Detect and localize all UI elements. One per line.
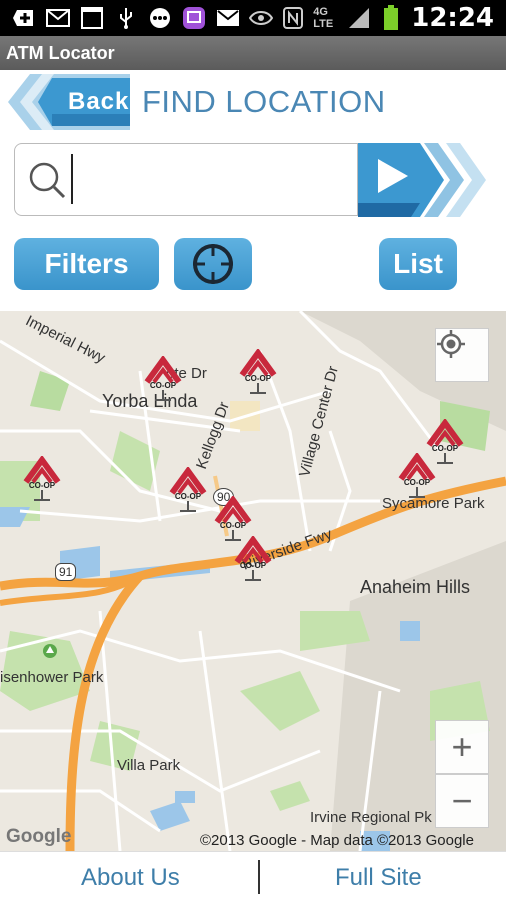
zoom-in-button[interactable]: + [435, 720, 489, 774]
status-bar: 4G LTE 12:24 [0, 0, 506, 36]
atm-marker[interactable]: CO-OP [22, 456, 62, 502]
atm-badge: CO-OP [245, 374, 272, 383]
search-go-button[interactable] [358, 143, 490, 217]
filters-button[interactable]: Filters [14, 238, 159, 290]
eye-icon [249, 8, 274, 28]
add-icon [12, 8, 36, 28]
map-label-irvine-regional: Irvine Regional Pk [310, 809, 432, 826]
page-title: FIND LOCATION [142, 84, 386, 119]
footer-divider [258, 860, 260, 894]
atm-badge: CO-OP [432, 444, 459, 453]
more-icon [148, 8, 172, 28]
about-us-link[interactable]: About Us [81, 864, 180, 892]
zoom-out-button[interactable]: − [435, 774, 489, 828]
atm-marker[interactable]: CO-OP [397, 453, 437, 499]
usb-icon [114, 8, 138, 29]
back-button[interactable]: Back [8, 74, 130, 130]
gmail-icon [216, 8, 240, 28]
play-arrow-icon [358, 143, 486, 217]
full-site-link[interactable]: Full Site [335, 864, 422, 892]
search-box [14, 143, 358, 216]
my-location-button[interactable] [435, 328, 489, 382]
map-label-villa-park: Villa Park [117, 757, 181, 774]
app-title: ATM Locator [0, 36, 506, 70]
footer: About Us Full Site [0, 851, 506, 900]
clock: 12:24 [411, 3, 494, 33]
mail-icon [46, 8, 70, 28]
map-label-eisenhower-park: isenhower Park [0, 669, 104, 686]
signal-icon [347, 8, 371, 28]
network-4g-lte-icon: 4G LTE [313, 6, 334, 30]
calendar-icon [80, 7, 104, 29]
map-label-anaheim-hills: Anaheim Hills [360, 577, 471, 597]
atm-badge: CO-OP [150, 381, 177, 390]
atm-badge: CO-OP [175, 492, 202, 501]
twitch-icon [182, 7, 206, 29]
atm-badge: CO-OP [240, 561, 267, 570]
atm-marker[interactable]: CO-OP [233, 536, 273, 582]
map-view[interactable]: Imperial Hwy Yorba Linda ote Dr Kellogg … [0, 311, 506, 851]
back-label: Back [68, 88, 130, 115]
atm-badge: CO-OP [404, 478, 431, 487]
google-logo: Google [6, 826, 72, 847]
page-header: Back FIND LOCATION [0, 70, 506, 132]
nfc-icon [281, 7, 305, 29]
battery-icon [379, 5, 403, 30]
my-location-icon [437, 330, 465, 358]
atm-badge: CO-OP [220, 521, 247, 530]
search-input[interactable] [71, 154, 351, 204]
locate-button[interactable] [174, 238, 252, 290]
route-91-shield: 91 [55, 563, 77, 581]
atm-marker[interactable]: CO-OP [143, 356, 183, 402]
atm-marker[interactable]: CO-OP [238, 349, 278, 395]
map-attribution: ©2013 Google - Map data ©2013 Google [200, 832, 474, 849]
search-icon [27, 160, 67, 205]
atm-marker[interactable]: CO-OP [168, 467, 208, 513]
crosshair-icon [193, 244, 233, 284]
list-button[interactable]: List [379, 238, 457, 290]
atm-badge: CO-OP [29, 481, 56, 490]
